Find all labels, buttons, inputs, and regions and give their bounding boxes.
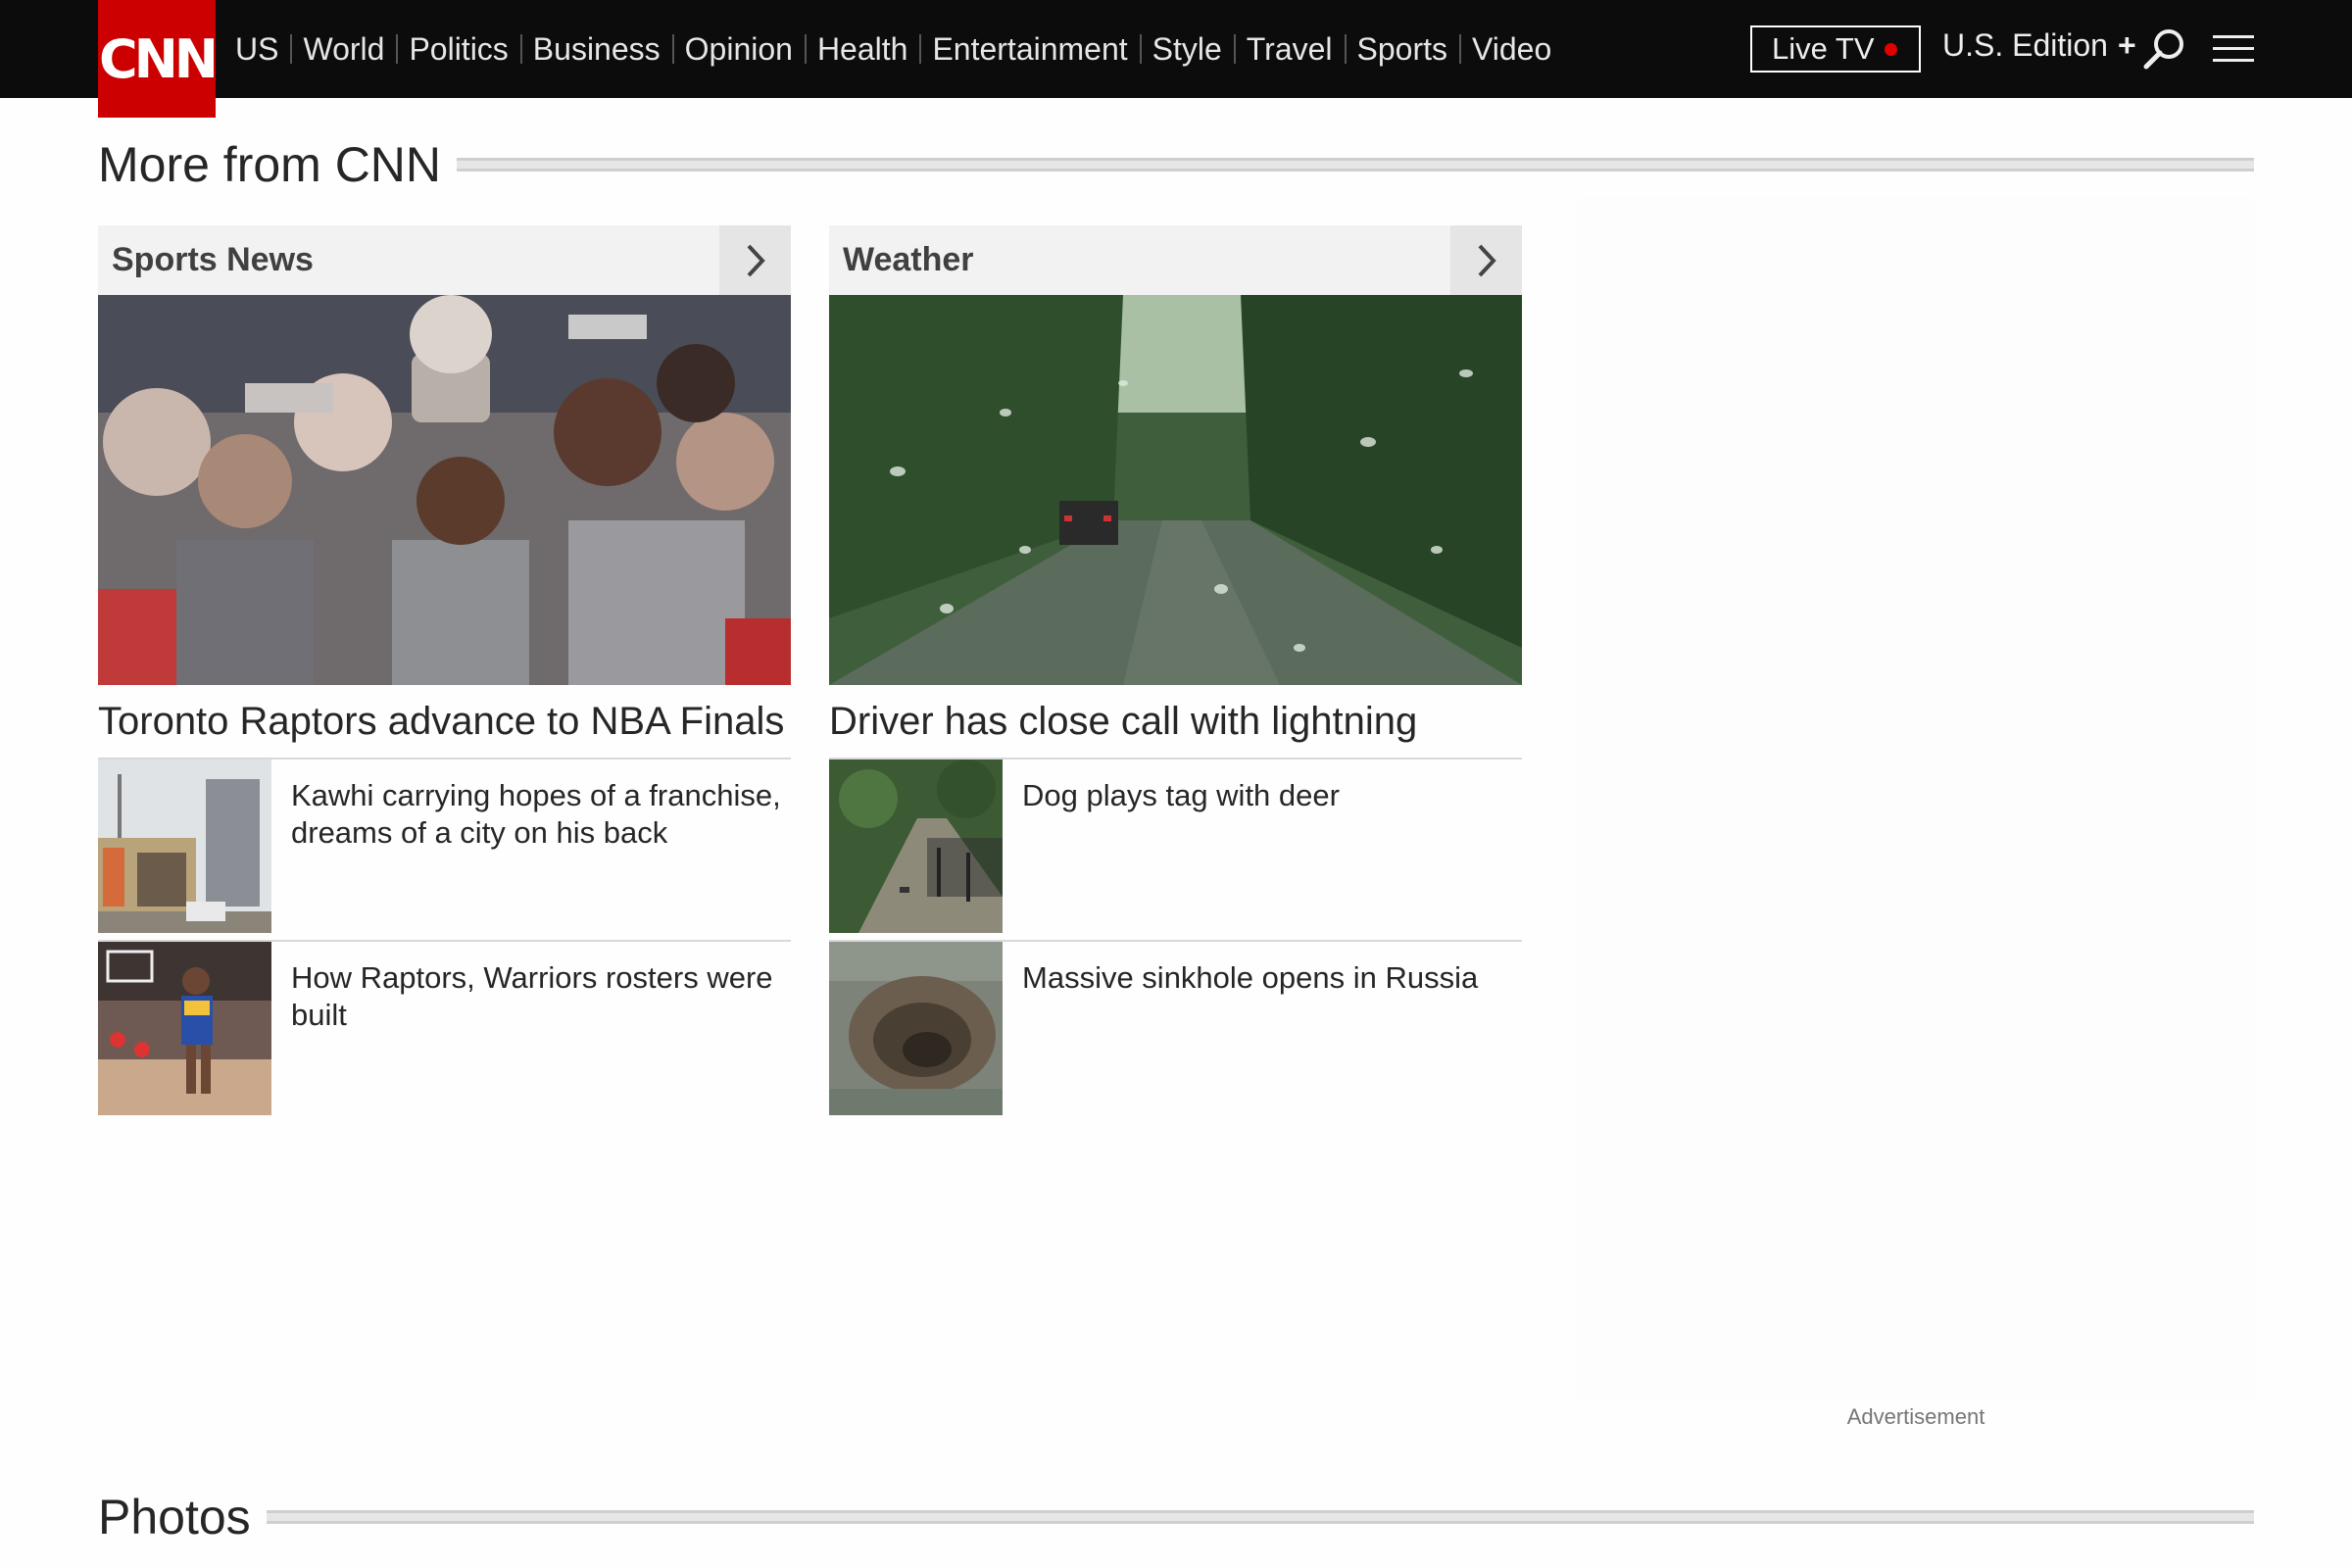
menu-icon[interactable]	[2213, 33, 2254, 65]
edition-selector[interactable]: U.S. Edition +	[1942, 27, 2136, 64]
list-item[interactable]: Dog plays tag with deer	[829, 760, 1522, 942]
toronto-street-thumbnail	[98, 760, 271, 933]
column-header[interactable]: Weather	[829, 225, 1522, 295]
section-title: Photos	[98, 1490, 251, 1544]
advertisement-label: Advertisement	[1846, 1404, 1985, 1429]
item-headline: How Raptors, Warriors rosters were built	[291, 960, 773, 1032]
list-item[interactable]: How Raptors, Warriors rosters were built	[98, 942, 791, 1124]
warriors-player-thumbnail	[98, 942, 271, 1115]
nav-link-style[interactable]: Style	[1128, 31, 1222, 68]
edition-label: U.S. Edition	[1942, 27, 2108, 63]
nav-link-opinion[interactable]: Opinion	[661, 31, 793, 68]
raptors-celebration-image[interactable]	[98, 295, 791, 685]
chevron-right-icon	[747, 244, 765, 276]
nav-link-world[interactable]: World	[278, 31, 384, 68]
hero-headline[interactable]: Driver has close call with lightning	[829, 685, 1522, 760]
column-header[interactable]: Sports News	[98, 225, 791, 295]
item-headline: Massive sinkhole opens in Russia	[1022, 960, 1479, 995]
sinkhole-thumbnail	[829, 942, 1003, 1115]
item-headline: Dog plays tag with deer	[1022, 778, 1340, 812]
nav-link-us[interactable]: US	[235, 31, 278, 68]
hero-headline[interactable]: Toronto Raptors advance to NBA Finals	[98, 685, 791, 760]
nav-link-travel[interactable]: Travel	[1222, 31, 1333, 68]
dog-deer-thumbnail	[829, 760, 1003, 933]
list-item[interactable]: Massive sinkhole opens in Russia	[829, 942, 1522, 1124]
nav-link-entertainment[interactable]: Entertainment	[907, 31, 1127, 68]
rainy-road-image[interactable]	[829, 295, 1522, 685]
section-divider	[266, 1510, 2254, 1524]
column-label: Weather	[843, 241, 974, 278]
column-more-button[interactable]	[1450, 225, 1522, 295]
sports-news-column: Sports News Toronto Raptors advance to N…	[98, 225, 791, 1124]
photos-header: Photos	[98, 1488, 2254, 1546]
nav-link-politics[interactable]: Politics	[384, 31, 508, 68]
cnn-logo[interactable]: CNN	[98, 0, 219, 118]
nav-link-business[interactable]: Business	[509, 31, 661, 68]
chevron-right-icon	[1478, 244, 1496, 276]
advertisement-slot[interactable]	[1578, 196, 2254, 1401]
list-item[interactable]: Kawhi carrying hopes of a franchise, dre…	[98, 760, 791, 942]
more-from-cnn-header: More from CNN	[98, 135, 2254, 194]
search-icon[interactable]	[2142, 27, 2185, 71]
column-more-button[interactable]	[719, 225, 791, 295]
plus-icon: +	[2117, 27, 2136, 63]
main-nav: US World Politics Business Opinion Healt…	[235, 25, 1551, 73]
live-tv-button[interactable]: Live TV	[1750, 25, 1921, 73]
nav-link-health[interactable]: Health	[793, 31, 908, 68]
live-tv-label: Live TV	[1772, 31, 1875, 66]
item-headline: Kawhi carrying hopes of a franchise, dre…	[291, 778, 781, 850]
nav-link-sports[interactable]: Sports	[1333, 31, 1447, 68]
live-indicator-dot	[1885, 43, 1897, 56]
top-nav-bar: CNN US World Politics Business Opinion H…	[0, 0, 2352, 118]
nav-link-video[interactable]: Video	[1447, 31, 1551, 68]
section-title: More from CNN	[98, 137, 442, 192]
section-divider	[457, 158, 2254, 172]
column-label: Sports News	[112, 241, 314, 278]
weather-column: Weather Driver has close call with light…	[829, 225, 1522, 1124]
